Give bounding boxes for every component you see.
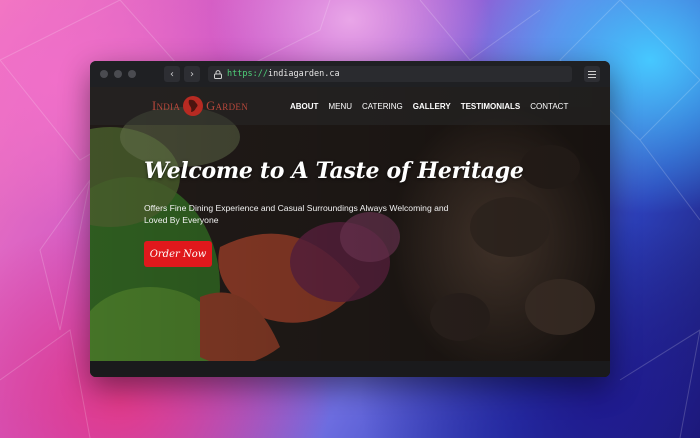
- logo-text-right: Garden: [206, 98, 248, 113]
- nav-item-catering[interactable]: Catering: [362, 102, 403, 111]
- url-host: indiagarden.ca: [267, 69, 340, 79]
- site-navbar: India Garden About Menu Catering Gallery Tes…: [90, 87, 610, 125]
- hero-food-photo: [90, 87, 610, 377]
- close-window-dot[interactable]: [100, 70, 108, 78]
- nav-item-about[interactable]: About: [290, 102, 318, 111]
- logo-emblem-icon: [183, 96, 204, 116]
- back-button[interactable]: ‹: [164, 66, 180, 82]
- browser-titlebar: ‹ › https:// indiagarden.ca: [90, 61, 610, 87]
- hero-subtitle: Offers Fine Dining Experience and Casual…: [144, 203, 449, 225]
- site-logo[interactable]: India Garden: [152, 93, 248, 119]
- site-menu: About Menu Catering Gallery Testimonials Cont…: [290, 87, 578, 125]
- lock-icon: [214, 69, 222, 79]
- hamburger-menu-icon: [588, 70, 596, 78]
- hero-title: Welcome to A Taste of Heritage: [144, 158, 524, 184]
- forward-button[interactable]: ›: [184, 66, 200, 82]
- logo-text-left: India: [152, 98, 181, 113]
- url-scheme: https://: [227, 69, 268, 79]
- browser-menu-button[interactable]: [584, 66, 600, 82]
- history-buttons: ‹ ›: [164, 66, 200, 82]
- browser-window: ‹ › https:// indiagarden.ca India Garden…: [90, 61, 610, 377]
- window-bottom-strip: [90, 361, 610, 377]
- minimize-window-dot[interactable]: [114, 70, 122, 78]
- address-bar[interactable]: https:// indiagarden.ca: [208, 66, 572, 82]
- order-now-button[interactable]: Order Now: [144, 241, 212, 267]
- nav-item-gallery[interactable]: Gallery: [413, 102, 451, 111]
- web-page: India Garden About Menu Catering Gallery Tes…: [90, 87, 610, 377]
- nav-item-menu[interactable]: Menu: [328, 102, 352, 111]
- nav-item-contact[interactable]: Contact: [530, 102, 568, 111]
- window-controls: [100, 70, 136, 78]
- nav-item-testimonials[interactable]: Testimonials: [461, 102, 521, 111]
- maximize-window-dot[interactable]: [128, 70, 136, 78]
